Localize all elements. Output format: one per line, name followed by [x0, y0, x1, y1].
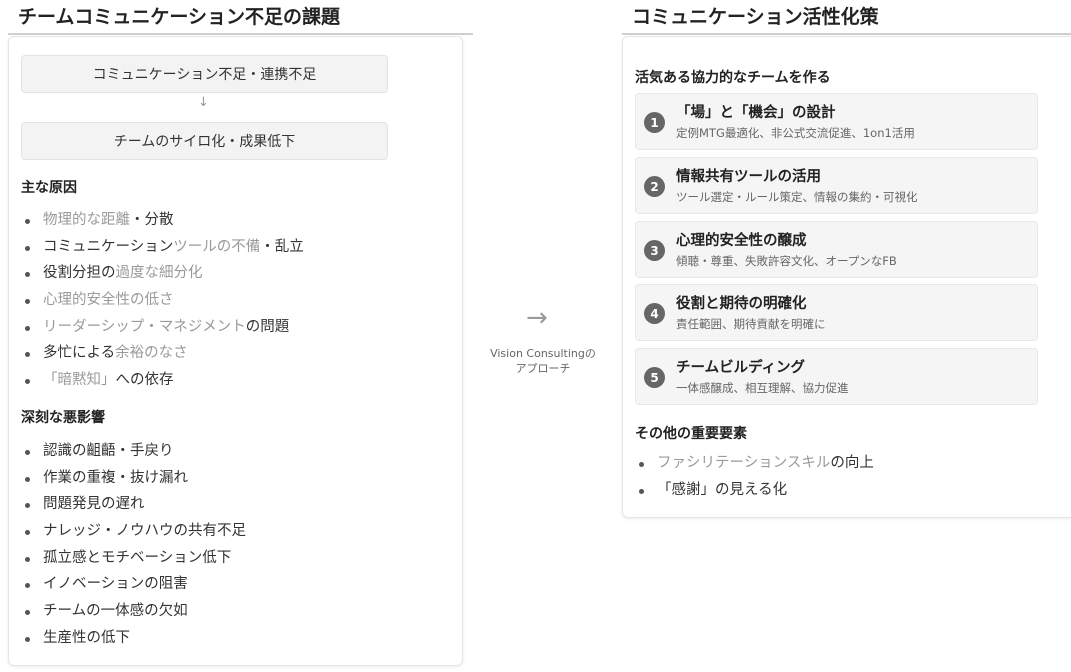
list-item: 作業の重複・抜け漏れ [21, 465, 246, 492]
step-number-badge: 5 [644, 367, 665, 388]
step-description: ツール選定・ルール策定、情報の集約・可視化 [676, 190, 918, 204]
step-description: 一体感醸成、相互理解、協力促進 [676, 381, 849, 395]
other-factors-list: ファシリテーションスキルの向上 「感謝」の見える化 [635, 450, 874, 503]
list-item: コミュニケーションツールの不備・乱立 [21, 234, 304, 261]
step-number-badge: 3 [644, 240, 665, 261]
problem-box-communication: コミュニケーション不足・連携不足 [21, 55, 388, 93]
goal-heading: 活気ある協力的なチームを作る [635, 70, 831, 86]
step-title: 「場」と「機会」の設計 [676, 105, 836, 121]
step-card: 2 情報共有ツールの活用 ツール選定・ルール策定、情報の集約・可視化 [635, 157, 1038, 214]
step-title: チームビルディング [676, 360, 806, 376]
list-item: イノベーションの阻害 [21, 571, 246, 598]
step-title: 役割と期待の明確化 [676, 296, 807, 312]
effects-heading: 深刻な悪影響 [21, 410, 105, 426]
list-item: ファシリテーションスキルの向上 [635, 450, 874, 477]
down-arrow-icon: ↓ [198, 95, 209, 110]
right-arrow-icon: → [526, 303, 548, 333]
step-title: 心理的安全性の醸成 [676, 233, 807, 249]
approach-label: Vision Consultingの アプローチ [490, 347, 596, 375]
list-item: 認識の齟齬・手戻り [21, 438, 246, 465]
step-card: 5 チームビルディング 一体感醸成、相互理解、協力促進 [635, 348, 1038, 405]
step-description: 責任範囲、期待貢献を明確に [676, 317, 826, 331]
step-number-badge: 4 [644, 303, 665, 324]
step-card: 1 「場」と「機会」の設計 定例MTG最適化、非公式交流促進、1on1活用 [635, 93, 1038, 150]
right-section-title: コミュニケーション活性化策 [622, 2, 1071, 35]
list-item: 心理的安全性の低さ [21, 287, 304, 314]
problem-box-silo: チームのサイロ化・成果低下 [21, 122, 388, 160]
list-item: 多忙による余裕のなさ [21, 340, 304, 367]
problem-card: コミュニケーション不足・連携不足 ↓ チームのサイロ化・成果低下 主な原因 物理… [8, 36, 463, 666]
other-factors-heading: その他の重要要素 [635, 426, 747, 442]
list-item: チームの一体感の欠如 [21, 598, 246, 625]
step-title: 情報共有ツールの活用 [676, 169, 821, 185]
step-card: 3 心理的安全性の醸成 傾聴・尊重、失敗許容文化、オープンなFB [635, 221, 1038, 278]
list-item: 物理的な距離・分散 [21, 207, 304, 234]
step-number-badge: 1 [644, 112, 665, 133]
causes-list: 物理的な距離・分散 コミュニケーションツールの不備・乱立 役割分担の過度な細分化… [21, 207, 304, 394]
solution-card: 活気ある協力的なチームを作る 1 「場」と「機会」の設計 定例MTG最適化、非公… [622, 36, 1071, 518]
step-description: 定例MTG最適化、非公式交流促進、1on1活用 [676, 126, 915, 140]
causes-heading: 主な原因 [21, 180, 77, 196]
list-item: 問題発見の遅れ [21, 491, 246, 518]
list-item: 役割分担の過度な細分化 [21, 260, 304, 287]
list-item: リーダーシップ・マネジメントの問題 [21, 314, 304, 341]
list-item: 「感謝」の見える化 [635, 477, 874, 504]
list-item: 孤立感とモチベーション低下 [21, 545, 246, 572]
list-item: ナレッジ・ノウハウの共有不足 [21, 518, 246, 545]
step-card: 4 役割と期待の明確化 責任範囲、期待貢献を明確に [635, 284, 1038, 341]
step-number-badge: 2 [644, 176, 665, 197]
step-description: 傾聴・尊重、失敗許容文化、オープンなFB [676, 254, 897, 268]
effects-list: 認識の齟齬・手戻り 作業の重複・抜け漏れ 問題発見の遅れ ナレッジ・ノウハウの共… [21, 438, 246, 652]
list-item: 「暗黙知」への依存 [21, 367, 304, 394]
list-item: 生産性の低下 [21, 625, 246, 652]
left-section-title: チームコミュニケーション不足の課題 [8, 2, 473, 35]
